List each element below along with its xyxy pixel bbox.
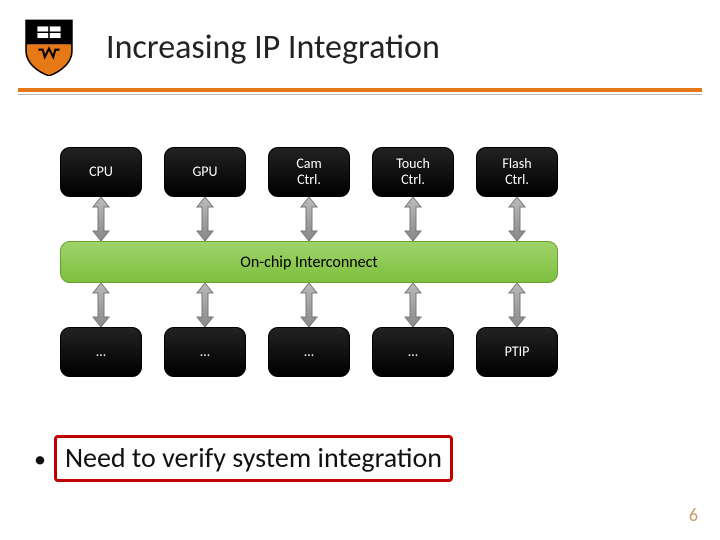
ip-label: GPU [192,164,217,180]
bullet-point: • Need to verify system integration [34,435,720,482]
ip-label: TouchCtrl. [396,156,430,188]
double-arrow-icon [403,197,423,241]
ip-block: … [60,327,142,377]
ip-block: GPU [164,147,246,197]
princeton-shield-icon [20,18,78,76]
bullet-marker: • [34,445,46,474]
top-ip-row: CPU GPU CamCtrl. TouchCtrl. FlashCtrl. [60,147,570,197]
double-arrow-icon [91,283,111,327]
slide-title: Increasing IP Integration [106,27,440,68]
bottom-ip-row: … … … … PTIP [60,327,570,377]
interconnect-bar: On-chip Interconnect [60,241,558,283]
page-number: 6 [689,504,698,526]
double-arrow-icon [299,197,319,241]
double-arrow-icon [299,283,319,327]
bottom-arrows [60,283,570,327]
ip-block: PTIP [476,327,558,377]
soc-diagram: CPU GPU CamCtrl. TouchCtrl. FlashCtrl. O… [60,147,570,377]
double-arrow-icon [195,197,215,241]
double-arrow-icon [507,197,527,241]
slide-header: Increasing IP Integration [0,0,720,82]
ip-block: CamCtrl. [268,147,350,197]
ip-block: … [164,327,246,377]
ip-label: … [96,344,106,360]
ip-block: FlashCtrl. [476,147,558,197]
ip-label: CPU [89,164,113,180]
ip-label: CamCtrl. [296,156,321,188]
ip-block: … [372,327,454,377]
ip-label: … [200,344,210,360]
double-arrow-icon [91,197,111,241]
ip-block: CPU [60,147,142,197]
highlighted-text: Need to verify system integration [54,435,453,482]
double-arrow-icon [195,283,215,327]
title-underline [0,88,720,95]
top-arrows [60,197,570,241]
double-arrow-icon [507,283,527,327]
ip-label: PTIP [505,344,530,360]
ip-block: … [268,327,350,377]
ip-label: … [408,344,418,360]
double-arrow-icon [403,283,423,327]
ip-block: TouchCtrl. [372,147,454,197]
ip-label: … [304,344,314,360]
interconnect-label: On-chip Interconnect [240,253,378,272]
ip-label: FlashCtrl. [502,156,531,188]
